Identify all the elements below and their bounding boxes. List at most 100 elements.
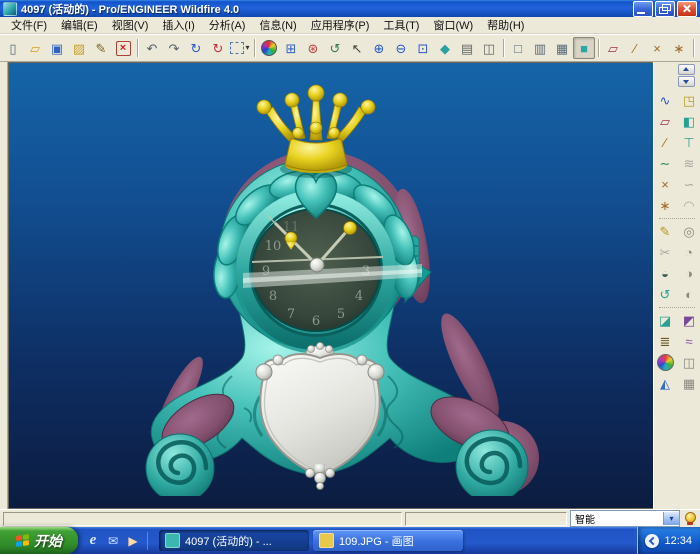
menu-bar: 文件(F) 编辑(E) 视图(V) 插入(I) 分析(A) 信息(N) 应用程序…	[0, 17, 700, 34]
merge-tool-button[interactable]: ◪	[656, 311, 675, 330]
scroll-down-button[interactable]	[678, 76, 695, 87]
repaint-button[interactable]: ⊞	[280, 37, 302, 59]
warp-tool-button[interactable]: ◠	[680, 196, 699, 215]
message-area	[3, 512, 402, 526]
draft-tool-button[interactable]: ◐	[680, 285, 699, 304]
shaded-display-button[interactable]: ■	[573, 37, 595, 59]
wireframe-display-button[interactable]: □	[507, 37, 529, 59]
toolchest-separator	[659, 307, 695, 308]
curve-tool-button[interactable]: ∼	[656, 154, 675, 173]
spin-center-button[interactable]: ⊛	[302, 37, 324, 59]
redo-button[interactable]: ↷	[163, 37, 185, 59]
wrap-tool-button[interactable]: ↺	[656, 285, 675, 304]
mirror-tool-button[interactable]: ◫	[680, 353, 699, 372]
menu-applications[interactable]: 应用程序(P)	[304, 17, 377, 33]
outlook-express-icon[interactable]: ✉	[105, 533, 121, 549]
menu-view[interactable]: 视图(V)	[105, 17, 156, 33]
clock-hub	[310, 258, 324, 272]
menu-edit[interactable]: 编辑(E)	[54, 17, 105, 33]
project-tool-button[interactable]: ◒	[656, 264, 675, 283]
color-wheel-button[interactable]	[258, 37, 280, 59]
refit-object-button[interactable]: ⊡	[412, 37, 434, 59]
datum-point-tool-button[interactable]: ×	[656, 175, 675, 194]
datum-plane-toggle-button[interactable]: ▱	[602, 37, 624, 59]
variable-section-sweep-tool-button[interactable]: ⊤	[680, 133, 699, 152]
regenerate-manager-button[interactable]: ↻	[207, 37, 229, 59]
shell-tool-button[interactable]: ◔	[680, 243, 699, 262]
scroll-up-button[interactable]	[678, 64, 695, 75]
3d-viewport[interactable]: 11 10 9 8 7 6 5 4 3	[8, 62, 653, 509]
relations-tool-button[interactable]: ≣	[656, 332, 675, 351]
saved-view-list-button[interactable]: ◫	[478, 37, 500, 59]
menu-window[interactable]: 窗口(W)	[426, 17, 480, 33]
undo-button[interactable]: ↶	[141, 37, 163, 59]
menu-analysis[interactable]: 分析(A)	[202, 17, 253, 33]
restore-button[interactable]	[655, 1, 675, 17]
pattern-tool-button[interactable]: ▦	[680, 374, 699, 393]
top-toolbar: ▯ ▱ ▣ ▨ ✎ × ↶ ↷ ↻ ↻ ▾ ⊞ ⊛ ↺ ↖ ⊕ ⊖ ⊡ ◆ ▤ …	[0, 34, 700, 62]
selection-filter-button[interactable]: ▾	[229, 37, 251, 59]
style-tool-button[interactable]: ∽	[680, 175, 699, 194]
datum-csys-tool-button[interactable]: ∗	[656, 196, 675, 215]
round-tool-button[interactable]: ◩	[680, 311, 699, 330]
chamfer-tool-button[interactable]: ≈	[680, 332, 699, 351]
datum-plane-tool-button[interactable]: ▱	[656, 112, 675, 131]
copy-geometry-tool-button[interactable]: ◧	[680, 112, 699, 131]
color-wheel-icon	[261, 40, 277, 56]
select-items-button[interactable]: ↖	[346, 37, 368, 59]
boundary-blend-tool-button[interactable]: ≋	[680, 154, 699, 173]
combo-dropdown-icon[interactable]: ▾	[663, 512, 679, 525]
menu-help[interactable]: 帮助(H)	[480, 17, 531, 33]
sketch-tool-button[interactable]: ∿	[656, 91, 675, 110]
minimize-button[interactable]	[633, 1, 653, 17]
taskbar-item-paint[interactable]: 109.JPG - 画图	[313, 530, 463, 551]
edit-properties-button[interactable]: ✎	[90, 37, 112, 59]
rib-tool-button[interactable]: ◑	[680, 264, 699, 283]
menu-info[interactable]: 信息(N)	[252, 17, 303, 33]
open-file-button[interactable]: ▱	[24, 37, 46, 59]
close-window-button[interactable]: ×	[112, 37, 134, 59]
close-window-icon: ×	[116, 41, 131, 56]
appearance-ball-icon	[657, 354, 674, 371]
datum-axis-toggle-button[interactable]: ∕	[624, 37, 646, 59]
media-player-icon[interactable]: ▶	[125, 533, 141, 549]
extrude-tool-button[interactable]: ◳	[680, 91, 699, 110]
close-button[interactable]	[677, 1, 697, 17]
toolbar-separator	[693, 39, 694, 57]
new-file-button[interactable]: ▯	[2, 37, 24, 59]
view-manager-button[interactable]: ▤	[456, 37, 478, 59]
menu-file[interactable]: 文件(F)	[4, 17, 54, 33]
datum-point-toggle-button[interactable]: ×	[646, 37, 668, 59]
windows-flag-icon	[16, 534, 29, 547]
selection-box-icon	[230, 42, 244, 54]
hole-tool-button[interactable]: ◎	[680, 222, 699, 241]
save-file-button[interactable]: ▣	[46, 37, 68, 59]
datum-csys-toggle-button[interactable]: ∗	[668, 37, 690, 59]
erase-not-displayed-button[interactable]: ▨	[68, 37, 90, 59]
clock-3d-model[interactable]: 11 10 9 8 7 6 5 4 3	[140, 66, 560, 496]
title-bar: 4097 (活动的) - Pro/ENGINEER Wildfire 4.0	[0, 0, 700, 17]
regenerate-button[interactable]: ↻	[185, 37, 207, 59]
appearance-gallery-tool-button[interactable]	[656, 353, 675, 372]
render-tool-button[interactable]: ◭	[656, 374, 675, 393]
app-icon	[3, 2, 17, 16]
menu-insert[interactable]: 插入(I)	[155, 17, 201, 33]
zoom-out-button[interactable]: ⊖	[390, 37, 412, 59]
sketched-curve-tool-button[interactable]: ✎	[656, 222, 675, 241]
selection-filter-combo[interactable]: 智能 ▾	[570, 510, 680, 527]
clock-number: 8	[269, 289, 277, 304]
orient-mode-button[interactable]: ↺	[324, 37, 346, 59]
use-edge-tool-button[interactable]: ✂	[656, 243, 675, 262]
hide-icons-chevron[interactable]	[645, 534, 659, 548]
paint-task-icon	[319, 533, 334, 548]
internet-explorer-icon[interactable]: e	[85, 533, 101, 549]
appearance-color-button[interactable]: ◆	[434, 37, 456, 59]
status-indicator-icon[interactable]	[685, 512, 695, 525]
zoom-in-button[interactable]: ⊕	[368, 37, 390, 59]
menu-tools[interactable]: 工具(T)	[376, 17, 426, 33]
no-hidden-display-button[interactable]: ▦	[551, 37, 573, 59]
datum-axis-tool-button[interactable]: ∕	[656, 133, 675, 152]
tray-clock[interactable]: 12:34	[664, 535, 692, 547]
hidden-line-display-button[interactable]: ▥	[529, 37, 551, 59]
taskbar-item-proe[interactable]: 4097 (活动的) - ...	[159, 530, 309, 551]
